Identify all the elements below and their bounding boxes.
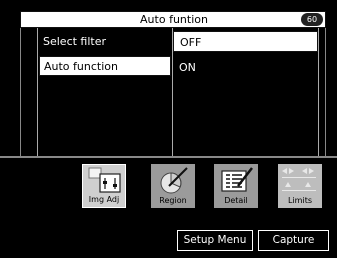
limits-button[interactable]: Limits <box>278 164 322 208</box>
select-filter-value[interactable]: OFF <box>173 31 318 52</box>
capture-button[interactable]: Capture <box>258 230 329 251</box>
limits-label: Limits <box>288 196 312 205</box>
detail-button[interactable]: Detail <box>214 164 258 208</box>
image-adjust-icon <box>88 167 121 193</box>
detail-label: Detail <box>224 196 248 205</box>
divider <box>318 28 319 156</box>
img-adj-label: Img Adj <box>88 195 120 204</box>
menu-item-select-filter[interactable]: Select filter <box>39 32 171 52</box>
auto-function-value[interactable]: ON <box>173 57 318 78</box>
status-badge-icon[interactable]: 60 <box>301 13 323 26</box>
menu-panel: Select filter OFF Auto function ON <box>20 28 326 156</box>
img-adj-button[interactable]: Img Adj <box>82 164 126 208</box>
setup-menu-button[interactable]: Setup Menu <box>177 230 253 251</box>
region-icon <box>160 167 188 194</box>
divider <box>37 28 38 156</box>
detail-icon <box>221 167 253 192</box>
camera-screen: Auto funtion 60 Select filter OFF Auto f… <box>0 0 337 258</box>
title-bar: Auto funtion 60 <box>20 11 326 28</box>
menu-item-auto-function[interactable]: Auto function <box>39 56 171 76</box>
region-button[interactable]: Region <box>151 164 195 208</box>
limits-icon <box>282 168 316 191</box>
region-label: Region <box>159 196 187 205</box>
page-title: Auto funtion <box>140 13 208 26</box>
divider <box>0 156 337 158</box>
